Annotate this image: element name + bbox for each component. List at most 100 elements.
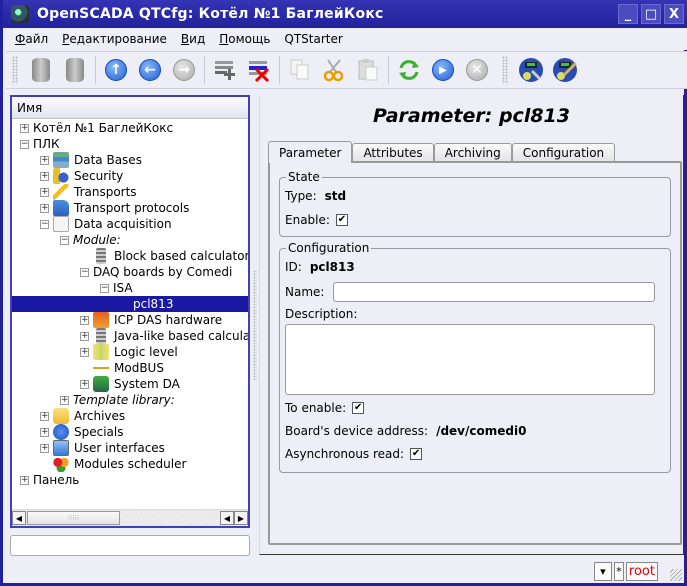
expand-icon[interactable]: +: [80, 379, 89, 389]
to-enable-checkbox[interactable]: ✔: [352, 402, 365, 414]
expand-icon[interactable]: +: [40, 203, 49, 213]
start-icon: ▶: [432, 59, 454, 81]
toolbar-grip[interactable]: [12, 56, 18, 84]
tree-item[interactable]: Modules scheduler: [12, 456, 248, 472]
tree-item[interactable]: + Java-like based calculator: [12, 328, 248, 344]
collapse-icon[interactable]: −: [40, 219, 49, 229]
enable-checkbox[interactable]: ✔: [335, 214, 348, 226]
start-button[interactable]: ▶: [428, 55, 458, 85]
expand-icon[interactable]: +: [60, 395, 69, 405]
description-textarea[interactable]: [285, 324, 655, 395]
uivision-button[interactable]: [550, 55, 580, 85]
toolbar-separator: [388, 56, 389, 84]
tree-item[interactable]: + Specials: [12, 424, 248, 440]
expand-icon[interactable]: +: [40, 427, 49, 437]
async-read-checkbox[interactable]: ✔: [410, 448, 423, 460]
current-user-label[interactable]: root: [625, 562, 658, 581]
up-icon: ↑: [105, 59, 127, 81]
delete-item-button[interactable]: [244, 55, 274, 85]
tree-item[interactable]: + Security: [12, 168, 248, 184]
refresh-button[interactable]: [394, 55, 424, 85]
expand-icon[interactable]: +: [80, 331, 89, 341]
cut-button[interactable]: [319, 55, 349, 85]
scrollbar-track[interactable]: [120, 511, 220, 525]
tab-bar: Parameter Attributes Archiving Configuratio…: [268, 141, 616, 163]
menu-3[interactable]: Помощь: [214, 32, 275, 46]
menu-1[interactable]: Редактирование: [57, 32, 172, 46]
navigation-tree[interactable]: Имя + Котёл №1 БаглейКокс − ПЛК + Data Bases +…: [10, 95, 250, 528]
collapse-icon[interactable]: −: [80, 267, 89, 277]
tree-item-label: System DA: [114, 377, 180, 391]
up-button[interactable]: ↑: [101, 55, 131, 85]
tab-parameter[interactable]: Parameter: [268, 141, 353, 163]
scrollbar-thumb[interactable]: ⁝⁝⁝⁝⁝: [27, 511, 120, 525]
menu-2[interactable]: Вид: [176, 32, 210, 46]
paste-button[interactable]: [353, 55, 383, 85]
qtcfg-button[interactable]: [516, 55, 546, 85]
tab-archiving[interactable]: Archiving: [433, 143, 512, 162]
tree-item[interactable]: + Transport protocols: [12, 200, 248, 216]
expand-icon[interactable]: +: [20, 123, 29, 133]
tree-item[interactable]: ModBUS: [12, 360, 248, 376]
id-value: pcl813: [309, 260, 355, 274]
expand-icon[interactable]: +: [20, 475, 29, 485]
expand-icon[interactable]: +: [80, 347, 89, 357]
panel-splitter[interactable]: [253, 270, 257, 380]
scroll-right-arrow[interactable]: ▶: [234, 511, 248, 525]
tree-item[interactable]: + Котёл №1 БаглейКокс: [12, 120, 248, 136]
toolbar-grip[interactable]: [502, 56, 508, 84]
tree-item[interactable]: + Панель: [12, 472, 248, 488]
expand-icon[interactable]: +: [40, 411, 49, 421]
tree-item-label: Template library:: [73, 393, 175, 407]
tab-configuration[interactable]: Configuration: [511, 143, 616, 162]
title-bar[interactable]: OpenSCADA QTCfg: Котёл №1 БаглейКокс _ □…: [3, 0, 687, 28]
specials-icon: [53, 424, 69, 440]
expand-icon[interactable]: +: [40, 171, 49, 181]
expand-icon[interactable]: +: [80, 315, 89, 325]
tree-item[interactable]: pcl813: [12, 296, 248, 312]
tree-item[interactable]: + System DA: [12, 376, 248, 392]
tree-item[interactable]: − DAQ boards by Comedi: [12, 264, 248, 280]
copy-button[interactable]: [285, 55, 315, 85]
tree-item[interactable]: − ISA: [12, 280, 248, 296]
scroll-left-arrow-2[interactable]: ◀: [220, 511, 234, 525]
db-load-button[interactable]: [26, 55, 56, 85]
device-address-label: Board's device address:: [285, 424, 429, 438]
collapse-icon[interactable]: −: [100, 283, 109, 293]
minimize-button[interactable]: _: [618, 4, 638, 24]
tree-item[interactable]: + Logic level: [12, 344, 248, 360]
tree-item[interactable]: − Module:: [12, 232, 248, 248]
horizontal-scrollbar[interactable]: ◀ ⁝⁝⁝⁝⁝ ◀ ▶: [12, 509, 248, 526]
collapse-icon[interactable]: −: [20, 139, 29, 149]
status-text-input[interactable]: [10, 535, 250, 556]
back-button[interactable]: ←: [135, 55, 165, 85]
db-save-button[interactable]: [60, 55, 90, 85]
maximize-button[interactable]: □: [641, 4, 661, 24]
tree-item[interactable]: + User interfaces: [12, 440, 248, 456]
tree-item[interactable]: + Template library:: [12, 392, 248, 408]
name-input[interactable]: [333, 282, 655, 302]
expand-icon[interactable]: +: [40, 443, 49, 453]
tree-item[interactable]: − Data acquisition: [12, 216, 248, 232]
collapse-icon[interactable]: −: [60, 235, 69, 245]
add-item-button[interactable]: [210, 55, 240, 85]
menu-4[interactable]: QTStarter: [279, 32, 347, 46]
tree-item[interactable]: + Data Bases: [12, 152, 248, 168]
tree-column-header[interactable]: Имя: [12, 97, 248, 119]
tree-item[interactable]: + Transports: [12, 184, 248, 200]
menu-0[interactable]: Файл: [10, 32, 53, 46]
resize-grip[interactable]: [670, 569, 682, 581]
stop-button[interactable]: ✕: [462, 55, 492, 85]
scroll-left-arrow[interactable]: ◀: [12, 511, 26, 525]
tree-item[interactable]: + Archives: [12, 408, 248, 424]
tree-item[interactable]: + ICP DAS hardware: [12, 312, 248, 328]
status-dropdown-button[interactable]: ▾: [593, 562, 612, 581]
expand-icon[interactable]: +: [40, 187, 49, 197]
forward-button[interactable]: →: [169, 55, 199, 85]
tab-attributes[interactable]: Attributes: [352, 143, 434, 162]
close-button[interactable]: X: [664, 4, 684, 24]
tree-item[interactable]: − ПЛК: [12, 136, 248, 152]
expand-icon[interactable]: +: [40, 155, 49, 165]
tree-item[interactable]: Block based calculator: [12, 248, 248, 264]
tree-item-label: Котёл №1 БаглейКокс: [33, 121, 174, 135]
